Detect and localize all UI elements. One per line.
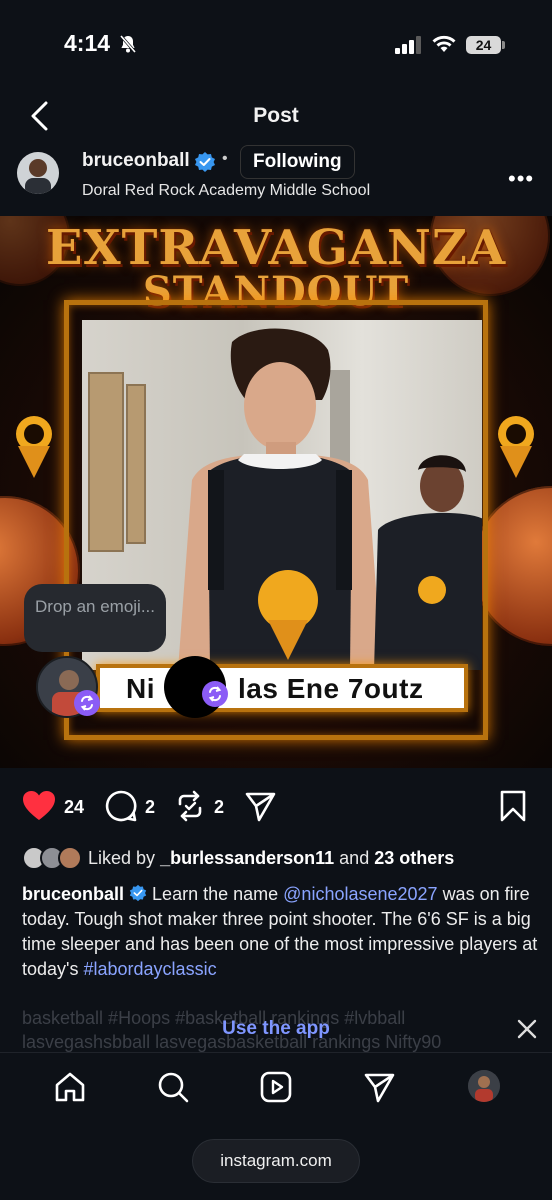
caption-username[interactable]: bruceonball [22, 884, 124, 904]
player-name-left: Ni [126, 673, 155, 704]
liked-by-text[interactable]: Liked by _burlessanderson11 and 23 other… [88, 848, 454, 869]
post-image[interactable]: EXTRAVAGANZA STANDOUT Ni las Ene 7outz D… [0, 216, 552, 768]
repost-badge-icon [202, 681, 228, 707]
player-name-banner: Ni las Ene 7outz [96, 656, 468, 718]
cellular-signal-icon [395, 36, 421, 54]
status-time: 4:14 [64, 30, 111, 56]
use-the-app-button[interactable]: Use the app [0, 1018, 552, 1040]
repost-icon[interactable] [174, 790, 206, 822]
liked-by-and: and [339, 848, 370, 868]
repost-badge-icon [74, 690, 100, 716]
liker-avatar [58, 846, 82, 870]
author-avatar[interactable] [17, 152, 59, 194]
separator-dot: • [222, 150, 228, 167]
battery-indicator: 24 [466, 36, 501, 54]
following-button[interactable]: Following [240, 145, 355, 179]
profile-avatar-tab[interactable] [468, 1070, 500, 1102]
side-emblem-left [16, 416, 52, 478]
player-name-right: las Ene 7outz [238, 673, 424, 704]
side-emblem-right [498, 416, 534, 478]
post-caption: bruceonball Learn the name @nicholasene2… [22, 882, 538, 982]
reels-icon[interactable] [260, 1071, 292, 1103]
liked-by-others[interactable]: 23 others [374, 848, 454, 868]
search-icon[interactable] [157, 1071, 189, 1103]
reposts-count[interactable]: 2 [214, 797, 224, 818]
emoji-reaction-bubble[interactable]: Drop an emoji... [24, 584, 166, 652]
comment-icon[interactable] [105, 790, 137, 822]
comments-count[interactable]: 2 [145, 797, 155, 818]
home-icon[interactable] [54, 1071, 86, 1103]
status-bar: 4:14 24 [0, 0, 552, 80]
likes-count[interactable]: 24 [64, 797, 84, 818]
messages-send-icon[interactable] [363, 1071, 395, 1103]
wifi-icon [432, 35, 456, 52]
emoji-prompt-text: Drop an emoji... [35, 597, 155, 616]
caption-mention[interactable]: @nicholasene2027 [283, 884, 437, 904]
caption-hashtag[interactable]: #labordayclassic [84, 959, 217, 979]
liked-by-user[interactable]: _burlessanderson11 [160, 848, 334, 868]
silent-bell-icon [119, 35, 137, 53]
post-location[interactable]: Doral Red Rock Academy Middle School [82, 182, 370, 200]
liked-by-avatars[interactable] [22, 846, 84, 870]
bottom-tab-bar: instagram.com [0, 1052, 552, 1200]
save-bookmark-icon[interactable] [500, 790, 526, 822]
liked-by-prefix: Liked by [88, 848, 156, 868]
more-options-icon[interactable]: ••• [508, 166, 534, 192]
author-username[interactable]: bruceonball [82, 150, 190, 172]
verified-badge-icon [195, 152, 215, 172]
close-icon[interactable] [516, 1018, 538, 1040]
caption-text-1: Learn the name [152, 884, 279, 904]
battery-tip [502, 41, 505, 49]
browser-url-bar[interactable]: instagram.com [192, 1139, 360, 1183]
page-title: Post [253, 104, 299, 127]
verified-badge-icon [129, 884, 147, 902]
share-send-icon[interactable] [244, 790, 276, 822]
like-heart-icon[interactable] [22, 790, 56, 822]
